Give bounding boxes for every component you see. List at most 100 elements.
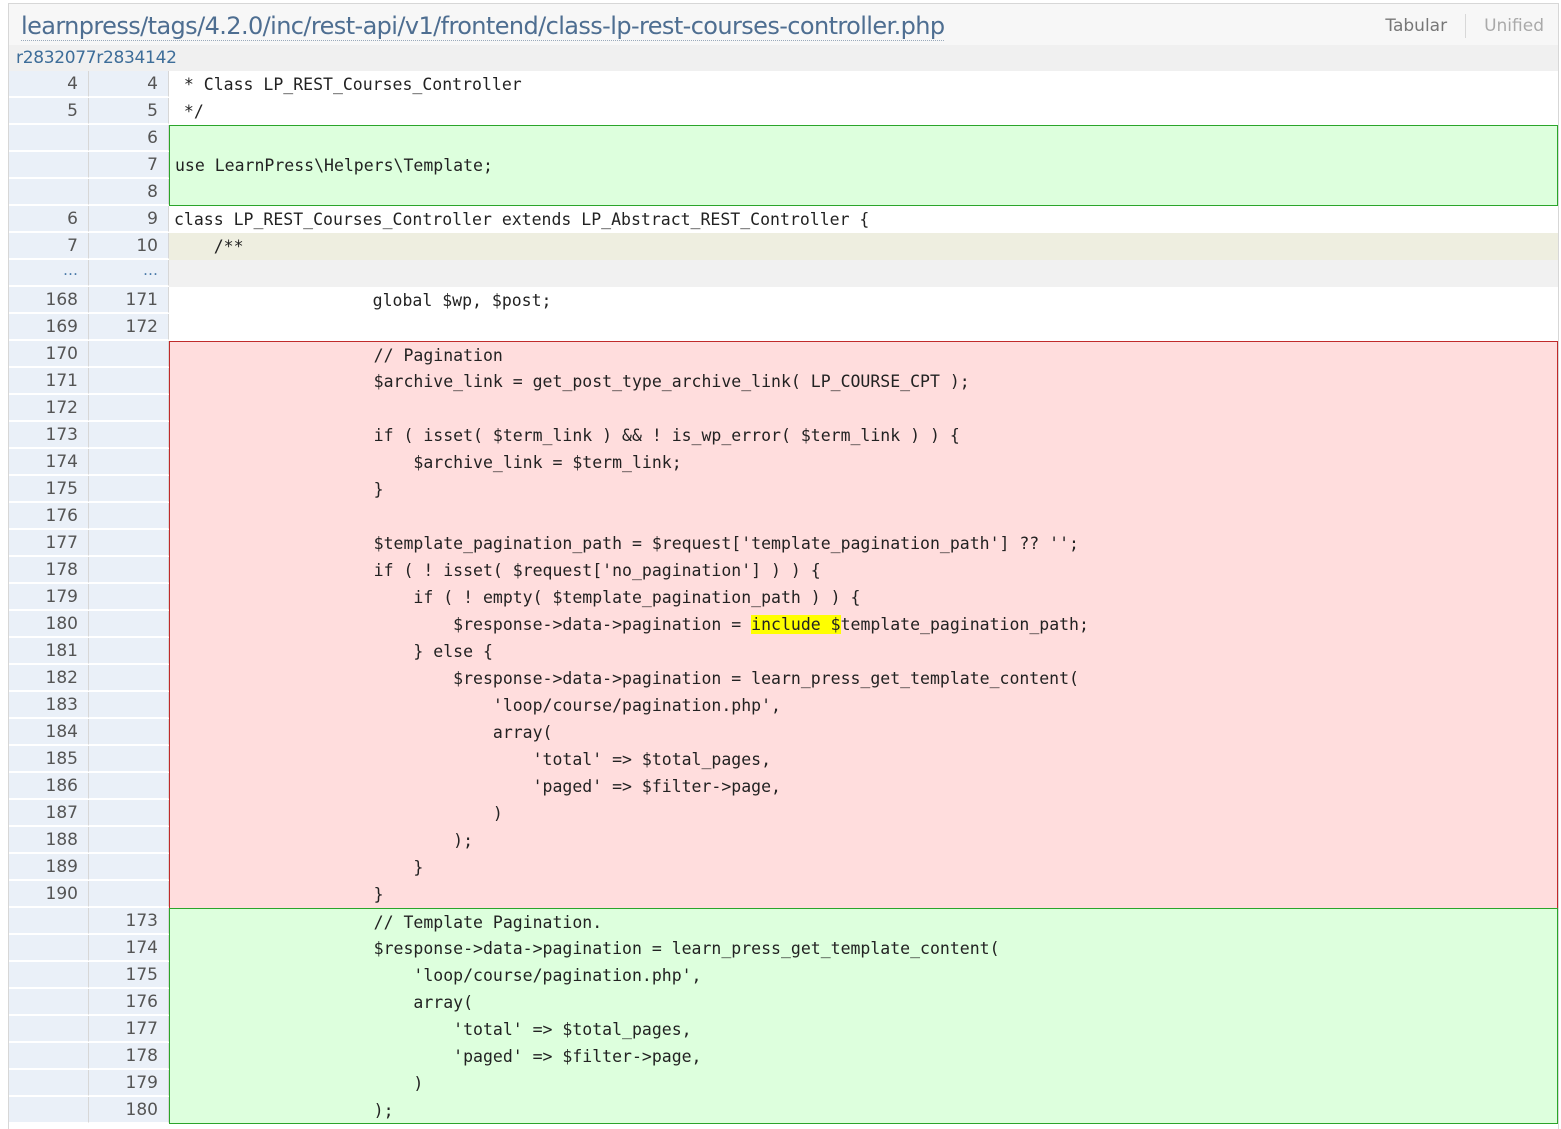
old-line-number [9,1097,89,1123]
old-line-number: 169 [9,314,89,340]
code-line [169,314,1558,341]
diff-row-added: 180 ); [9,1097,1558,1124]
diff-row-removed: 187 ) [9,800,1558,827]
view-tabular-button[interactable]: Tabular [1367,16,1465,36]
diff-row-context: 6 9 class LP_REST_Courses_Controller exten… [9,206,1558,233]
code-line: /** [169,233,1558,260]
new-line-number: 175 [89,962,169,988]
diff-row-added: 6 [9,125,1558,152]
old-line-number: 6 [9,206,89,232]
diff-row-added: 178 'paged' => $filter->page, [9,1043,1558,1070]
new-line-number: 174 [89,935,169,961]
code-line: } [169,476,1558,503]
diff-row-removed: 184 array( [9,719,1558,746]
new-line-number: 173 [89,908,169,934]
diff-table: 44 * Class LP_REST_Courses_Controller 5 5 … [9,71,1558,1124]
revision-bar: r2832077r2834142 [9,45,1558,71]
old-line-number: 7 [9,233,89,259]
old-line-number: 180 [9,611,89,637]
new-line-number: 7 [89,152,169,178]
diff-row-added: 177 'total' => $total_pages, [9,1016,1558,1043]
code-line [169,503,1558,530]
diff-row-removed: 188 ); [9,827,1558,854]
view-toggle: Tabular Unified [1367,14,1544,38]
view-unified-button[interactable]: Unified [1466,16,1544,36]
code-line: if ( isset( $term_link ) && ! is_wp_erro… [169,422,1558,449]
diff-row-added: 8 [9,179,1558,206]
new-line-number: 180 [89,1097,169,1123]
diff-row-removed: 189 } [9,854,1558,881]
code-line: ) [169,1070,1558,1097]
code-line: global $wp, $post; [169,287,1558,314]
code-line: 'loop/course/pagination.php', [169,962,1558,989]
code-line [169,125,1558,152]
new-line-number [89,368,169,394]
code-line: use LearnPress\Helpers\Template; [169,152,1558,179]
diff-row-removed: 176 [9,503,1558,530]
diff-row-removed: 182 $response->data->pagination = learn_… [9,665,1558,692]
new-line-number[interactable]: … [89,260,169,286]
old-line-number [9,935,89,961]
diff-separator-row: …… [9,260,1558,287]
diff-row-removed: 175 } [9,476,1558,503]
old-line-number: 187 [9,800,89,826]
new-line-number: 177 [89,1016,169,1042]
old-line-number [9,1016,89,1042]
code-line: // Pagination [169,341,1558,368]
old-line-number [9,179,89,205]
diff-row-removed: 180 $response->data->pagination = includ… [9,611,1558,638]
old-line-number: 4 [9,71,89,97]
diff-row-added: 176 array( [9,989,1558,1016]
code-line: array( [169,719,1558,746]
new-line-number [89,476,169,502]
old-line-number: 188 [9,827,89,853]
new-line-number [89,341,169,367]
old-line-number: 176 [9,503,89,529]
code-line: $template_pagination_path = $request['te… [169,530,1558,557]
code-line: ); [169,1097,1558,1124]
diff-row-removed: 181 } else { [9,638,1558,665]
new-line-number [89,746,169,772]
new-line-number: 5 [89,98,169,124]
new-line-number [89,530,169,556]
old-line-number[interactable]: … [9,260,89,286]
code-line: 'total' => $total_pages, [169,746,1558,773]
old-line-number: 185 [9,746,89,772]
old-line-number: 179 [9,584,89,610]
old-line-number: 189 [9,854,89,880]
new-line-number: 172 [89,314,169,340]
old-line-number: 183 [9,692,89,718]
old-line-number: 184 [9,719,89,745]
code-line: 'paged' => $filter->page, [169,773,1558,800]
old-line-number: 178 [9,557,89,583]
old-line-number: 181 [9,638,89,664]
diff-row-removed: 190 } [9,881,1558,908]
code-line: class LP_REST_Courses_Controller extends… [169,206,1558,233]
code-line: 'paged' => $filter->page, [169,1043,1558,1070]
diff-row-added: 173 // Template Pagination. [9,908,1558,935]
new-line-number [89,557,169,583]
new-line-number: 10 [89,233,169,259]
diff-row-removed: 170 // Pagination [9,341,1558,368]
new-line-number [89,854,169,880]
old-line-number: 168 [9,287,89,313]
code-line: 'total' => $total_pages, [169,1016,1558,1043]
old-line-number [9,125,89,151]
new-line-number [89,665,169,691]
old-line-number: 174 [9,449,89,475]
new-line-number [89,719,169,745]
file-path-link[interactable]: learnpress/tags/4.2.0/inc/rest-api/v1/fr… [21,12,945,41]
code-line: if ( ! empty( $template_pagination_path … [169,584,1558,611]
old-line-number [9,962,89,988]
diff-row-added: 7 use LearnPress\Helpers\Template; [9,152,1558,179]
diff-row-removed: 186 'paged' => $filter->page, [9,773,1558,800]
old-line-number [9,1070,89,1096]
code-segment: template_pagination_path; [840,615,1089,634]
diff-row-removed: 185 'total' => $total_pages, [9,746,1558,773]
old-line-number: 173 [9,422,89,448]
revision-range-link[interactable]: r2832077r2834142 [16,48,177,68]
new-line-number: 179 [89,1070,169,1096]
code-line: } [169,881,1558,908]
code-line: ) [169,800,1558,827]
diff-row-added: 179 ) [9,1070,1558,1097]
